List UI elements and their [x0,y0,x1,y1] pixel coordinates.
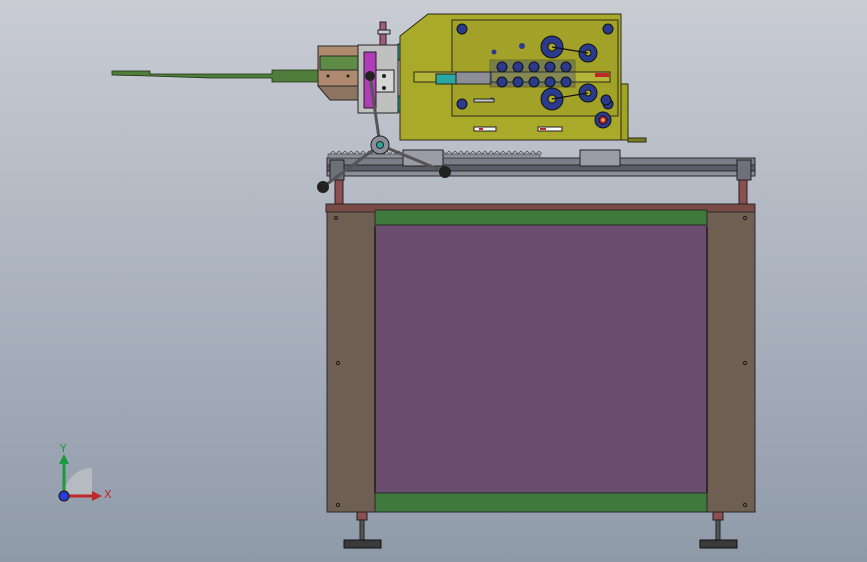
triad-x-label: X [104,488,112,501]
feeder-arm[interactable] [111,45,372,101]
bolt-icon [602,23,614,35]
roller-icon[interactable] [512,76,524,88]
bolt-icon [346,74,350,78]
triad-y-arrow-icon [59,454,69,464]
foot-right-pad[interactable] [699,539,738,549]
main-housing[interactable] [399,13,647,143]
roller-icon[interactable] [544,61,556,73]
machine-assembly-view[interactable] [0,0,867,562]
triad-x-arrow-icon [92,491,102,501]
guide-cap [377,29,391,35]
knob-icon[interactable] [365,71,375,81]
outlet-marker [595,73,609,77]
leveling-feet[interactable] [343,511,738,549]
bolt-icon [382,86,386,90]
indicator-slot-left [473,126,497,132]
roller-icon[interactable] [496,61,508,73]
knob-icon[interactable] [439,166,451,178]
channel-guide [435,73,457,85]
foot-right-screw [715,519,721,541]
adjust-slot [473,98,495,103]
housing-side-plate [620,83,629,141]
support-posts [334,179,748,205]
roller-icon[interactable] [544,76,556,88]
bolt-icon [326,74,330,78]
triad-z-axis-icon [58,490,70,502]
cabinet-top-band [374,209,708,226]
bolt-icon [456,98,468,110]
cabinet-panel[interactable] [374,224,708,494]
knob-icon[interactable] [317,181,329,193]
roller-icon[interactable] [528,61,540,73]
foot-right-nut [712,511,724,521]
foot-left-nut [356,511,368,521]
roller-icon[interactable] [560,61,572,73]
roller-icon[interactable] [512,61,524,73]
cabinet-bottom-band [374,492,708,513]
roller-icon[interactable] [496,76,508,88]
cabinet[interactable] [325,203,756,513]
bolt-icon [456,23,468,35]
linear-rail[interactable] [326,149,756,181]
housing-foot [627,137,647,143]
bolt-icon [491,49,497,55]
rail-end-block-right [736,159,752,181]
bolt-icon [382,74,386,78]
cad-viewport[interactable]: Y X [0,0,867,562]
cabinet-right-post [706,211,756,513]
foot-left-pad[interactable] [343,539,382,549]
roller-icon[interactable] [560,76,572,88]
cabinet-left-post [326,211,376,513]
rack-teeth [439,150,543,155]
triad-y-label: Y [59,442,67,455]
triad-shade [64,468,92,496]
foot-left-screw [359,519,365,541]
bolt-icon [600,94,612,106]
carriage-right[interactable] [579,149,621,167]
orientation-triad[interactable]: Y X [40,440,120,510]
channel-slide [455,71,492,85]
roller-icon[interactable] [528,76,540,88]
bolt-icon [519,43,525,49]
